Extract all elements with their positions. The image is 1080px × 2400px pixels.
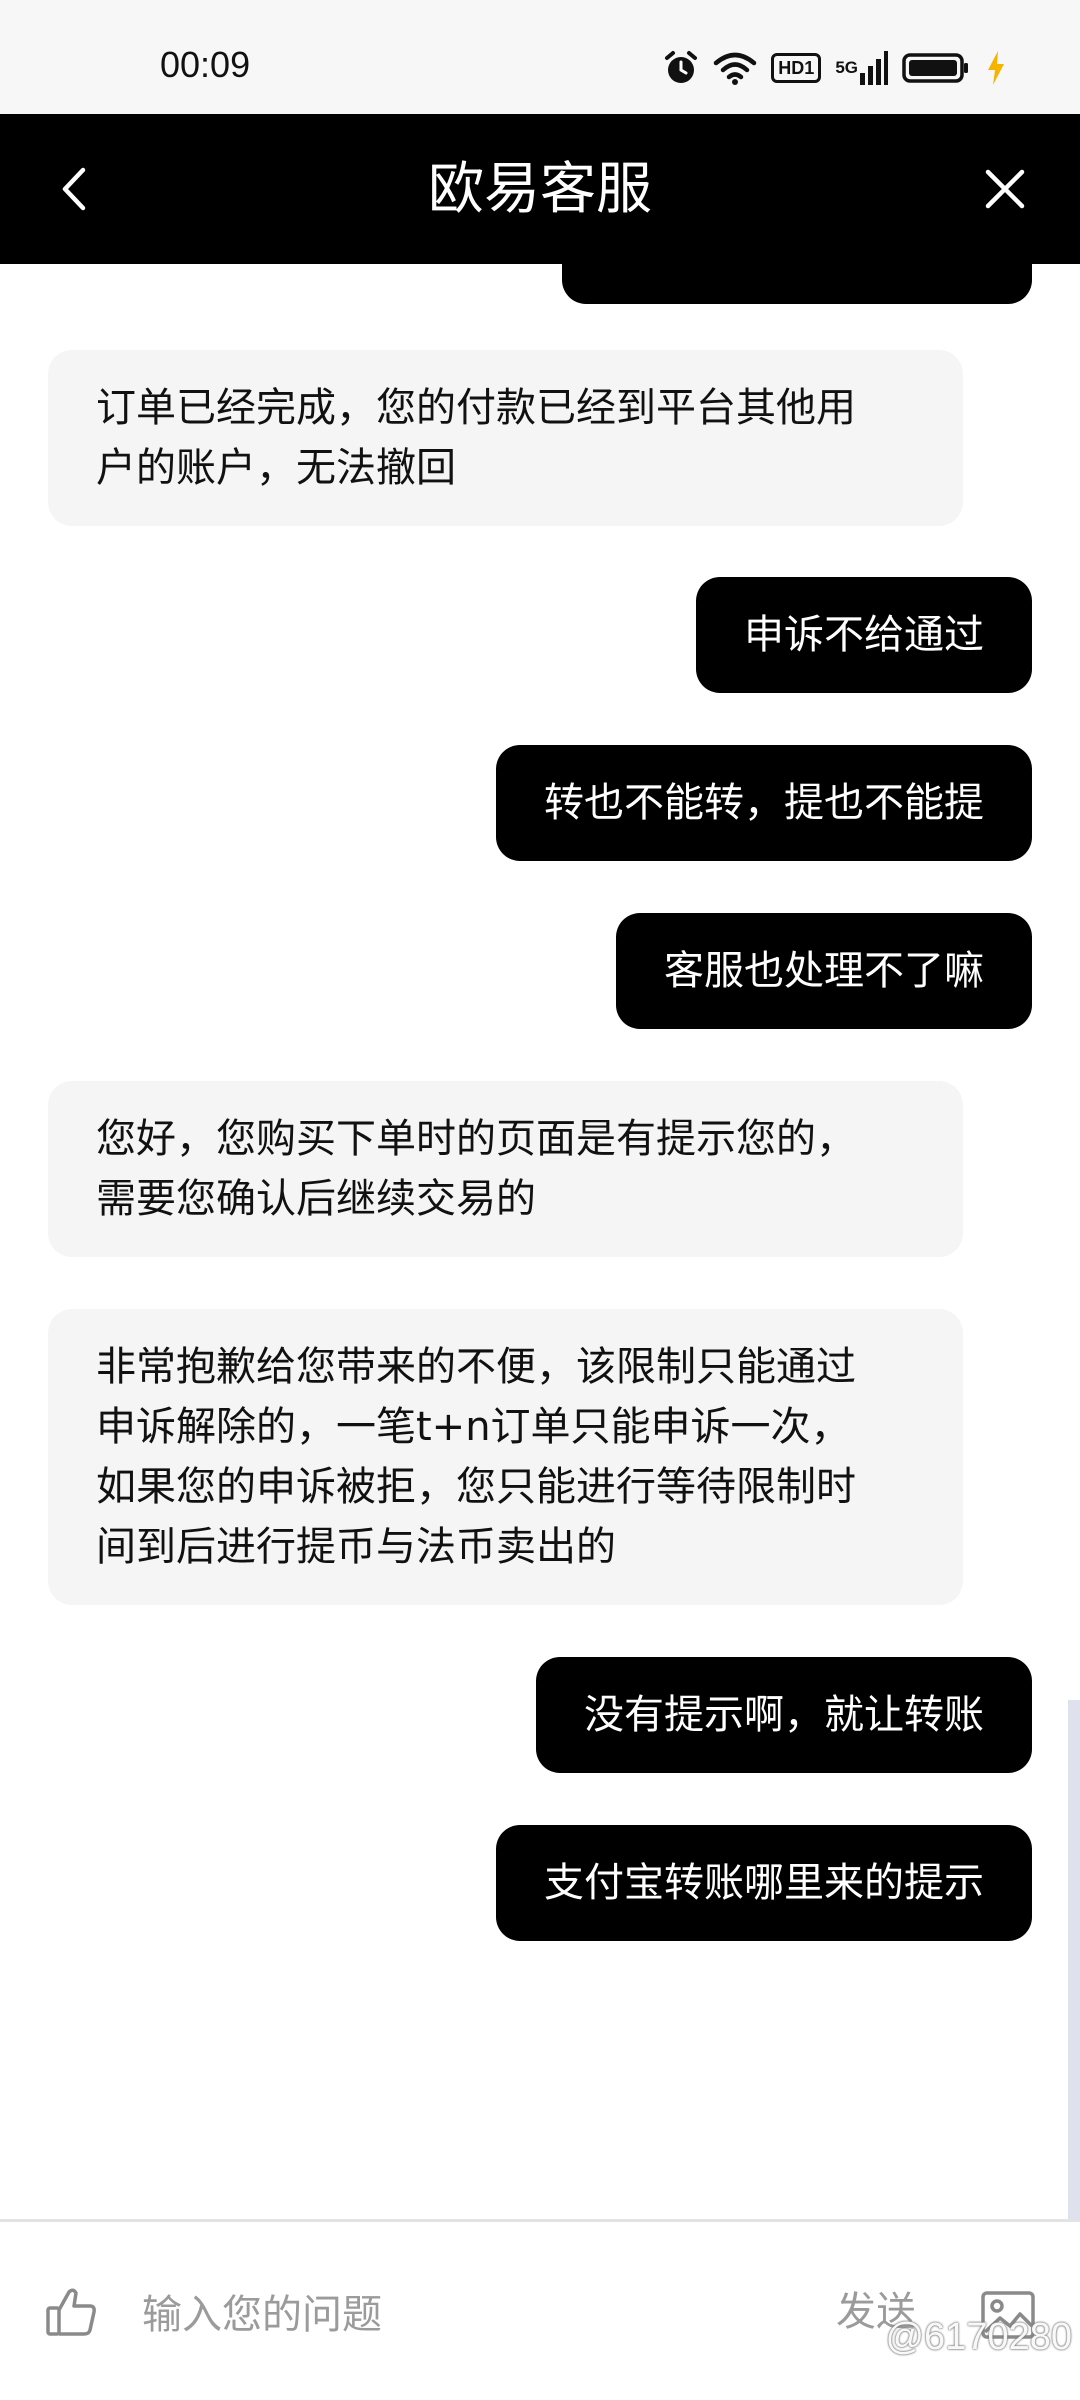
battery-icon bbox=[902, 52, 972, 84]
message-line: 订单已经完成，您的付款已经到平台其他用 bbox=[96, 385, 856, 431]
thumbs-up-icon bbox=[46, 2288, 96, 2336]
message-line: 非常抱歉给您带来的不便，该限制只能通过 bbox=[96, 1344, 856, 1390]
status-bar: 00:09 HD1 5G bbox=[0, 0, 1080, 114]
user-message: 没有提示啊，就让转账 bbox=[536, 1657, 1032, 1773]
agent-message: 非常抱歉给您带来的不便，该限制只能通过 申诉解除的，一笔t+n订单只能申诉一次，… bbox=[48, 1309, 963, 1605]
wifi-icon bbox=[713, 51, 757, 85]
message-line: 您好，您购买下单时的页面是有提示您的， bbox=[96, 1116, 856, 1162]
message-line: 如果您的申诉被拒，您只能进行等待限制时 bbox=[96, 1464, 856, 1510]
like-button[interactable] bbox=[44, 2284, 100, 2340]
message-bubble-partial bbox=[562, 264, 1032, 304]
agent-message: 您好，您购买下单时的页面是有提示您的， 需要您确认后继续交易的 bbox=[48, 1081, 963, 1257]
message-input[interactable] bbox=[140, 2280, 790, 2350]
message-line: 申诉解除的，一笔t+n订单只能申诉一次， bbox=[96, 1404, 851, 1450]
input-bar: 发送 bbox=[0, 2222, 1080, 2400]
charging-icon bbox=[986, 51, 1006, 85]
page-title: 欧易客服 bbox=[428, 157, 652, 222]
agent-message: 订单已经完成，您的付款已经到平台其他用 户的账户，无法撤回 bbox=[48, 350, 963, 526]
header-bar: 欧易客服 bbox=[0, 114, 1080, 264]
user-message: 支付宝转账哪里来的提示 bbox=[496, 1825, 1032, 1941]
network-type-label: 5G bbox=[835, 58, 858, 77]
user-message: 申诉不给通过 bbox=[696, 577, 1032, 693]
signal-icon: 5G bbox=[835, 51, 888, 85]
user-message: 客服也处理不了嘛 bbox=[616, 913, 1032, 1029]
status-time: 00:09 bbox=[160, 44, 251, 85]
close-button[interactable] bbox=[970, 154, 1040, 224]
close-icon bbox=[985, 169, 1025, 209]
message-line: 需要您确认后继续交易的 bbox=[96, 1176, 536, 1222]
hd-badge: HD1 bbox=[771, 53, 822, 83]
scrollbar[interactable] bbox=[1068, 1700, 1080, 2220]
user-message: 转也不能转，提也不能提 bbox=[496, 745, 1032, 861]
watermark-text: @6170280 bbox=[885, 2316, 1072, 2358]
chat-message-list[interactable]: 订单已经完成，您的付款已经到平台其他用 户的账户，无法撤回 申诉不给通过 转也不… bbox=[0, 264, 1080, 2219]
status-icons: HD1 5G bbox=[663, 46, 1006, 90]
message-line: 户的账户，无法撤回 bbox=[96, 445, 456, 491]
message-line: 间到后进行提币与法币卖出的 bbox=[96, 1524, 616, 1570]
alarm-icon bbox=[663, 50, 699, 86]
